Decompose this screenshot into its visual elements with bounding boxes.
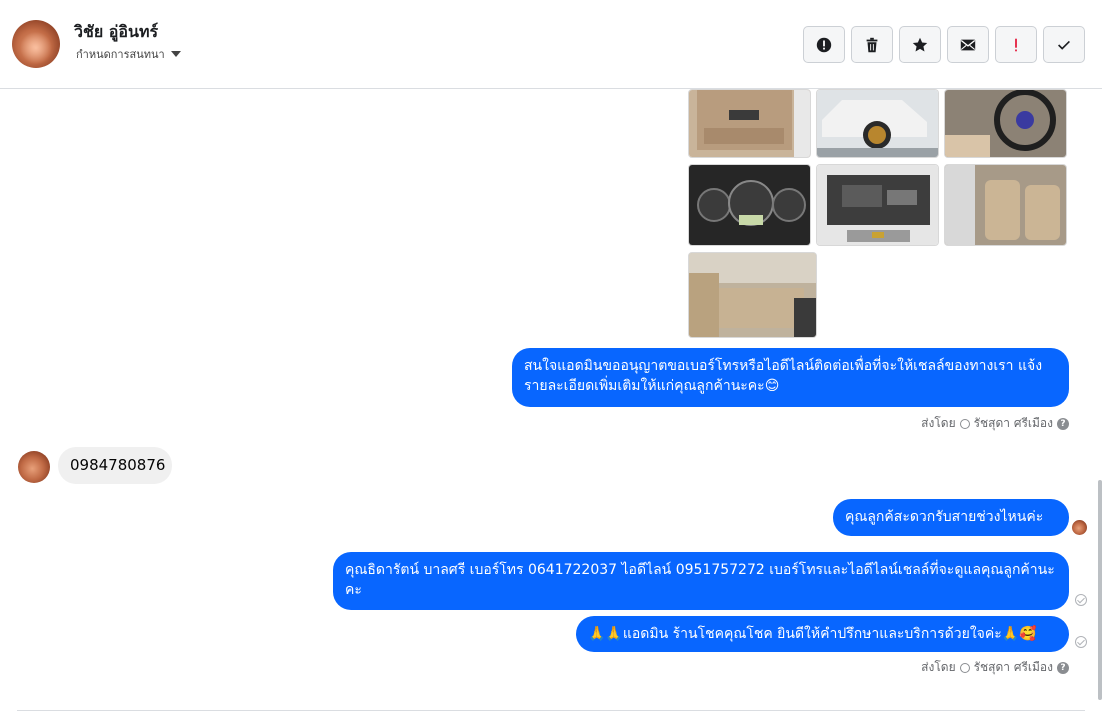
image-attachment[interactable] <box>944 164 1067 246</box>
car-exterior-image <box>817 90 938 157</box>
sent-by-name[interactable]: รัชสุดา ศรีเมือง <box>974 658 1053 677</box>
incoming-message[interactable]: 0984780876 <box>58 447 172 484</box>
help-icon[interactable]: ? <box>1057 661 1069 674</box>
sent-by-prefix: ส่งโดย <box>921 660 956 674</box>
contact-avatar[interactable] <box>12 20 60 68</box>
outgoing-message[interactable]: คุณธิดารัตน์ บาลศรี เบอร์โทร 0641722037 … <box>333 552 1069 610</box>
caret-down-icon <box>170 51 181 57</box>
envelope-icon <box>960 39 976 50</box>
car-door-interior-image <box>689 90 810 157</box>
alert-circle-icon <box>816 37 832 52</box>
trash-icon <box>866 37 878 52</box>
rear-seat-image <box>689 253 816 337</box>
outgoing-message[interactable]: คุณลูกค้สะดวกรับสายช่วงไหนค่ะ <box>833 499 1069 536</box>
steering-wheel-image <box>945 90 1066 157</box>
image-attachment[interactable] <box>816 89 939 158</box>
seen-avatar <box>1072 520 1087 535</box>
image-attachment[interactable] <box>688 164 811 246</box>
contact-name[interactable]: วิชัย อู่อินทร์ <box>74 20 158 45</box>
image-attachment[interactable] <box>688 89 811 158</box>
sent-check-icon <box>1075 594 1087 606</box>
sent-by-info: ส่งโดย รัชสุดา ศรีเมือง ? <box>921 414 1069 433</box>
admin-badge-icon <box>959 662 970 673</box>
report-spam-button[interactable] <box>803 26 845 63</box>
delete-button[interactable] <box>851 26 893 63</box>
image-attachment[interactable] <box>816 164 939 246</box>
outgoing-message[interactable]: สนใจแอดมินขออนุญาตขอเบอร์โทรหรือไอดีไลน์… <box>512 348 1069 407</box>
mark-done-button[interactable] <box>1043 26 1085 63</box>
contact-avatar-small[interactable] <box>18 451 50 483</box>
check-icon <box>1058 40 1070 50</box>
dashboard-gauges-image <box>689 165 810 245</box>
sent-check-icon <box>1075 636 1087 648</box>
car-seats-image <box>945 165 1066 245</box>
exclamation-icon <box>1015 38 1017 51</box>
admin-badge-icon <box>959 418 970 429</box>
conversation-toolbar <box>803 26 1085 63</box>
outgoing-message[interactable]: 🙏🙏แอดมิน ร้านโชคคุณโชค ยินดีให้คำปรึกษาแ… <box>576 616 1069 652</box>
mark-unread-button[interactable] <box>947 26 989 63</box>
assign-label: กำหนดการสนทนา <box>76 48 165 61</box>
sent-by-info: ส่งโดย รัชสุดา ศรีเมือง ? <box>921 658 1069 677</box>
image-attachment[interactable] <box>688 252 817 338</box>
follow-up-button[interactable] <box>995 26 1037 63</box>
conversation-header: วิชัย อู่อินทร์ กำหนดการสนทนา <box>0 0 1102 89</box>
star-button[interactable] <box>899 26 941 63</box>
star-icon <box>912 37 928 51</box>
scrollbar[interactable] <box>1098 480 1102 700</box>
sent-by-prefix: ส่งโดย <box>921 416 956 430</box>
sent-by-name[interactable]: รัชสุดา ศรีเมือง <box>974 414 1053 433</box>
image-attachment[interactable] <box>944 89 1067 158</box>
engine-bay-image <box>817 165 938 245</box>
assign-conversation-dropdown[interactable]: กำหนดการสนทนา <box>76 45 181 63</box>
help-icon[interactable]: ? <box>1057 417 1069 430</box>
